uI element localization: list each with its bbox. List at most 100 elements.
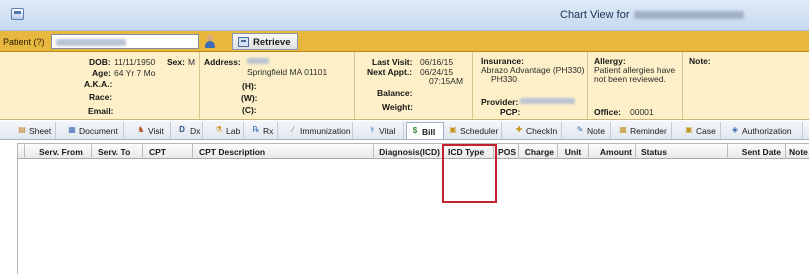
tab-scheduler[interactable]: ▣ Scheduler [445, 122, 502, 139]
address-section: Address: Springfield MA 01101 (H): (W): … [200, 52, 355, 119]
office-value: 00001 [630, 107, 654, 117]
scheduler-icon: ▣ [449, 125, 457, 134]
chart-toolbar: ▤ Sheet ▦ Document ♞ Visit D Dx ⚗ Lab ℞ Rx ∕ Im… [0, 121, 809, 140]
redacted-patient-value [56, 39, 126, 47]
office-label: Office: [594, 107, 621, 117]
weight-label: Weight: [382, 102, 414, 112]
work-phone-label: (W): [241, 93, 258, 103]
col-pos[interactable]: POS [494, 144, 519, 159]
col-note[interactable]: Note [786, 144, 809, 159]
sex-label: Sex: [167, 57, 185, 67]
redacted-street [247, 58, 269, 64]
billing-grid-body[interactable] [18, 159, 809, 274]
tab-dx[interactable]: D Dx [174, 122, 203, 139]
col-serv-from[interactable]: Serv. From [25, 144, 92, 159]
redacted-patient-name [633, 11, 744, 20]
tab-dx-label: Dx [190, 126, 201, 136]
tab-checkin-label: CheckIn [526, 126, 558, 136]
tab-authorization-label: Authorization [742, 126, 792, 136]
tab-document-label: Document [79, 126, 118, 136]
tab-case-label: Case [696, 126, 716, 136]
retrieve-icon [238, 37, 249, 47]
col-amount[interactable]: Amount [589, 144, 636, 159]
tab-reminder[interactable]: ▦ Reminder [615, 122, 672, 139]
col-cpt[interactable]: CPT [143, 144, 193, 159]
tab-sheet-label: Sheet [29, 126, 52, 136]
tab-sheet[interactable]: ▤ Sheet [14, 122, 56, 139]
tab-reminder-label: Reminder [630, 126, 667, 136]
app-icon[interactable] [11, 8, 24, 20]
last-visit-value: 06/16/15 [420, 57, 454, 67]
window-title: Chart View for [560, 9, 744, 21]
balance-label: Balance: [377, 88, 413, 98]
retrieve-label: Retrieve [253, 37, 291, 48]
age-label: Age: [92, 68, 111, 78]
tab-document[interactable]: ▦ Document [64, 122, 124, 139]
pcp-label: PCP: [500, 107, 521, 117]
tab-visit[interactable]: ♞ Visit [133, 122, 171, 139]
retrieve-button[interactable]: Retrieve [232, 33, 298, 50]
title-bar: Chart View for [0, 0, 809, 31]
col-status[interactable]: Status [636, 144, 728, 159]
dob-value: 11/11/1950 [114, 57, 156, 67]
tab-authorization[interactable]: ◈ Authorization [727, 122, 803, 139]
dx-icon: D [179, 125, 185, 134]
demographics-section: DOB: 11/11/1950 Sex: M Age: 64 Yr 7 Mo A… [0, 52, 200, 119]
tab-case[interactable]: ▣ Case [681, 122, 721, 139]
tab-vital[interactable]: ⚕ Vital [364, 122, 404, 139]
window-title-text: Chart View for [560, 9, 630, 21]
age-value: 64 Yr 7 Mo [114, 68, 156, 78]
sheet-icon: ▤ [18, 125, 26, 134]
col-sent-date[interactable]: Sent Date [728, 144, 786, 159]
insurance-section: Insurance: Abrazo Advantage (PH330) PH33… [473, 52, 588, 119]
col-unit[interactable]: Unit [558, 144, 589, 159]
address-city: Springfield MA 01101 [247, 67, 328, 77]
tab-lab-label: Lab [226, 126, 241, 136]
case-icon: ▣ [685, 125, 693, 134]
icd-type-highlight [442, 144, 497, 203]
redacted-provider [520, 98, 575, 104]
last-visit-label: Last Visit: [372, 57, 413, 67]
tab-lab[interactable]: ⚗ Lab [211, 122, 244, 139]
immunization-icon: ∕ [292, 125, 294, 134]
tab-rx[interactable]: ℞ Rx [248, 122, 278, 139]
cell-phone-label: (C): [242, 105, 257, 115]
note-section: Note: [683, 52, 809, 119]
col-cpt-description[interactable]: CPT Description [193, 144, 374, 159]
checkin-icon: ✚ [515, 125, 523, 134]
next-appt-time: 07:15AM [429, 76, 464, 86]
next-appt-label: Next Appt.: [367, 67, 413, 77]
race-label: Race: [89, 92, 113, 102]
sex-value: M [188, 57, 196, 67]
vital-icon: ⚕ [369, 125, 375, 134]
insurance-plan-code: PH330 [491, 74, 517, 84]
tab-rx-label: Rx [263, 126, 274, 136]
patient-input[interactable] [51, 34, 199, 49]
col-diagnosis-icd[interactable]: Diagnosis(ICD) [374, 144, 444, 159]
address-label: Address: [204, 57, 241, 67]
patient-info-panel: DOB: 11/11/1950 Sex: M Age: 64 Yr 7 Mo A… [0, 52, 809, 120]
tab-visit-label: Visit [148, 126, 164, 136]
tab-note[interactable]: ✎ Note [572, 122, 611, 139]
home-phone-label: (H): [242, 81, 257, 91]
patient-lookup-icon[interactable] [203, 34, 217, 49]
tab-vital-label: Vital [379, 126, 396, 136]
aka-label: A.K.A.: [84, 79, 113, 89]
dob-label: DOB: [89, 57, 111, 67]
bill-icon: $ [412, 126, 418, 135]
tab-immunization[interactable]: ∕ Immunization [285, 122, 353, 139]
document-icon: ▦ [68, 125, 76, 134]
col-charge[interactable]: Charge [519, 144, 558, 159]
note-icon: ✎ [576, 125, 584, 134]
tab-bill[interactable]: $ Bill [406, 122, 444, 139]
lab-icon: ⚗ [215, 125, 223, 134]
authorization-icon: ◈ [731, 125, 739, 134]
tab-checkin[interactable]: ✚ CheckIn [511, 122, 562, 139]
billing-grid-header: Serv. From Serv. To CPT CPT Description … [18, 143, 809, 159]
tab-bill-label: Bill [422, 127, 436, 137]
rx-icon: ℞ [252, 125, 260, 134]
visit-icon: ♞ [137, 125, 145, 134]
col-serv-to[interactable]: Serv. To [92, 144, 143, 159]
reminder-icon: ▦ [619, 125, 627, 134]
note-label: Note: [689, 56, 711, 66]
